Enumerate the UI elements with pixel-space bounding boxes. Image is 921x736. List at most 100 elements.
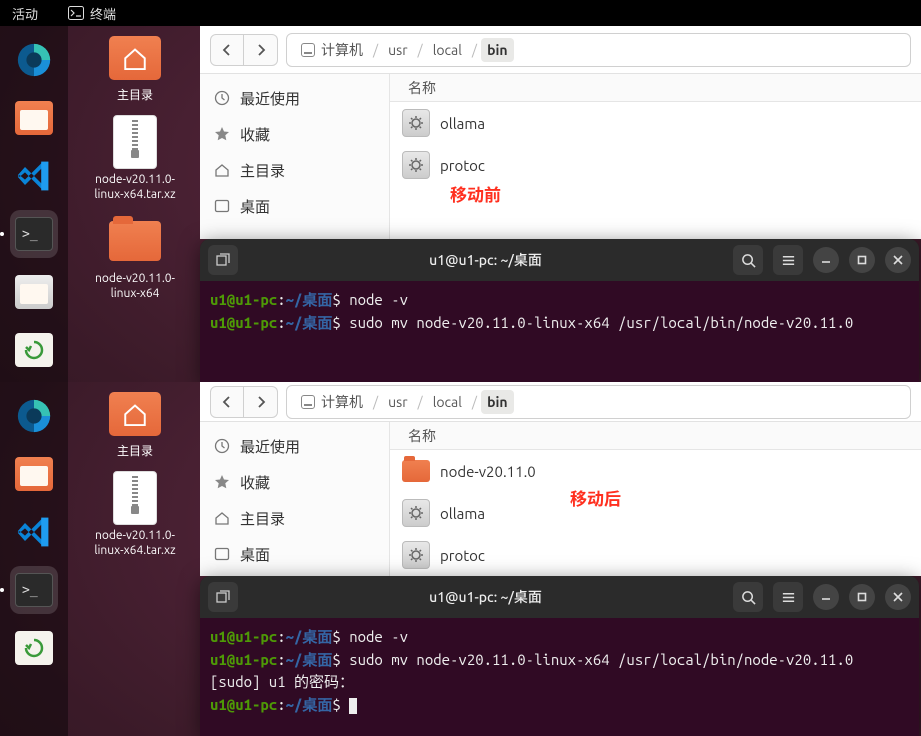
close-button[interactable] (885, 247, 911, 273)
sidebar-starred[interactable]: 收藏 (200, 464, 389, 500)
search-button[interactable] (733, 582, 763, 612)
fm-content: 名称 ollama protoc 移动前 (390, 74, 921, 239)
folder-icon (402, 460, 430, 482)
desktop-folder-node[interactable]: node-v20.11.0-linux-x64 (85, 217, 185, 302)
path-usr[interactable]: usr (382, 390, 413, 414)
path-sep: / (470, 42, 479, 58)
active-app-indicator[interactable]: 终端 (68, 4, 116, 23)
annotation-after: 移动后 (570, 485, 621, 510)
hamburger-menu-button[interactable] (773, 245, 803, 275)
minimize-button[interactable] (813, 247, 839, 273)
sidebar-home[interactable]: 主目录 (200, 152, 389, 188)
desktop-archive[interactable]: node-v20.11.0-linux-x64.tar.xz (85, 118, 185, 203)
terminal-titlebar: u1@u1-pc: ~/桌面 (200, 239, 919, 281)
hamburger-icon (781, 253, 796, 268)
fm-sidebar: 最近使用 收藏 主目录 桌面 (200, 74, 390, 239)
maximize-button[interactable] (849, 247, 875, 273)
chevron-right-icon (255, 44, 267, 56)
search-icon (741, 590, 756, 605)
back-button[interactable] (210, 386, 244, 418)
file-name: ollama (440, 505, 485, 522)
sidebar-desktop[interactable]: 桌面 (200, 188, 389, 224)
maximize-icon (856, 254, 868, 266)
fm-toolbar: 计算机 / usr / local / bin (200, 382, 921, 422)
sidebar-home[interactable]: 主目录 (200, 500, 389, 536)
new-tab-button[interactable] (208, 245, 238, 275)
desktop-archive[interactable]: node-v20.11.0-linux-x64.tar.xz (85, 474, 185, 559)
file-row[interactable]: node-v20.11.0 (390, 450, 921, 492)
archive-icon (113, 471, 157, 525)
terminal-titlebar: u1@u1-pc: ~/桌面 (200, 576, 919, 618)
maximize-button[interactable] (849, 584, 875, 610)
sidebar-starred[interactable]: 收藏 (200, 116, 389, 152)
path-bar[interactable]: 计算机 / usr / local / bin (286, 33, 911, 67)
close-button[interactable] (885, 584, 911, 610)
star-icon (214, 126, 230, 142)
path-usr[interactable]: usr (382, 38, 413, 62)
file-row[interactable]: protoc (390, 144, 921, 186)
annotation-before: 移动前 (450, 181, 501, 206)
terminal-body[interactable]: u1@u1-pc:~/桌面$ node -v u1@u1-pc:~/桌面$ su… (200, 281, 919, 382)
sidebar-recent[interactable]: 最近使用 (200, 428, 389, 464)
minimize-icon (820, 591, 832, 603)
search-icon (741, 253, 756, 268)
file-row[interactable]: protoc (390, 534, 921, 576)
clock-icon (214, 90, 230, 106)
column-header-name[interactable]: 名称 (390, 74, 921, 102)
fm-content: 名称 node-v20.11.0 ollama protoc 移动后 (390, 422, 921, 576)
file-row[interactable]: ollama (390, 492, 921, 534)
path-computer[interactable]: 计算机 (295, 36, 369, 64)
minimize-icon (820, 254, 832, 266)
back-button[interactable] (210, 34, 244, 66)
gnome-topbar: 活动 终端 (0, 0, 921, 26)
desktop-icon (214, 198, 230, 214)
path-sep: / (371, 42, 380, 58)
desktop-home[interactable]: 主目录 (85, 390, 185, 460)
folder-icon (109, 221, 161, 261)
terminal-body[interactable]: u1@u1-pc:~/桌面$ node -v u1@u1-pc:~/桌面$ su… (200, 618, 919, 736)
path-local[interactable]: local (427, 38, 468, 62)
executable-icon (402, 541, 430, 569)
terminal-window: u1@u1-pc: ~/桌面 u1@u1-pc:~/桌面$ node -v u1… (200, 576, 919, 736)
path-local[interactable]: local (427, 390, 468, 414)
chevron-left-icon (221, 44, 233, 56)
desktop-home-label: 主目录 (117, 88, 153, 104)
search-button[interactable] (733, 245, 763, 275)
chevron-left-icon (221, 396, 233, 408)
file-manager-window: 计算机 / usr / local / bin 最近使用 收藏 主目录 桌面 名… (200, 382, 921, 576)
path-computer[interactable]: 计算机 (295, 388, 369, 416)
hamburger-menu-button[interactable] (773, 582, 803, 612)
file-name: protoc (440, 547, 485, 564)
chevron-right-icon (255, 396, 267, 408)
forward-button[interactable] (244, 386, 278, 418)
desktop-home-label: 主目录 (117, 444, 153, 460)
terminal-title: u1@u1-pc: ~/桌面 (238, 250, 733, 270)
path-bin[interactable]: bin (481, 38, 513, 62)
terminal-title: u1@u1-pc: ~/桌面 (238, 587, 733, 607)
close-icon (892, 591, 904, 603)
terminal-window: u1@u1-pc: ~/桌面 u1@u1-pc:~/桌面$ node -v u1… (200, 239, 919, 382)
file-row[interactable]: ollama (390, 102, 921, 144)
sidebar-recent[interactable]: 最近使用 (200, 80, 389, 116)
fm-toolbar: 计算机 / usr / local / bin (200, 26, 921, 74)
disk-icon (301, 395, 315, 409)
new-tab-icon (215, 589, 231, 605)
path-bin[interactable]: bin (481, 390, 513, 414)
clock-icon (214, 438, 230, 454)
path-sep: / (416, 42, 425, 58)
sidebar-desktop[interactable]: 桌面 (200, 536, 389, 572)
close-icon (892, 254, 904, 266)
desktop-home[interactable]: 主目录 (85, 34, 185, 104)
column-header-name[interactable]: 名称 (390, 422, 921, 450)
forward-button[interactable] (244, 34, 278, 66)
archive-icon (113, 115, 157, 169)
hamburger-icon (781, 590, 796, 605)
activities-button[interactable]: 活动 (12, 4, 38, 23)
path-bar[interactable]: 计算机 / usr / local / bin (286, 385, 911, 419)
new-tab-button[interactable] (208, 582, 238, 612)
executable-icon (402, 499, 430, 527)
cursor (349, 698, 357, 714)
desktop-icon (214, 546, 230, 562)
minimize-button[interactable] (813, 584, 839, 610)
file-name: ollama (440, 115, 485, 132)
